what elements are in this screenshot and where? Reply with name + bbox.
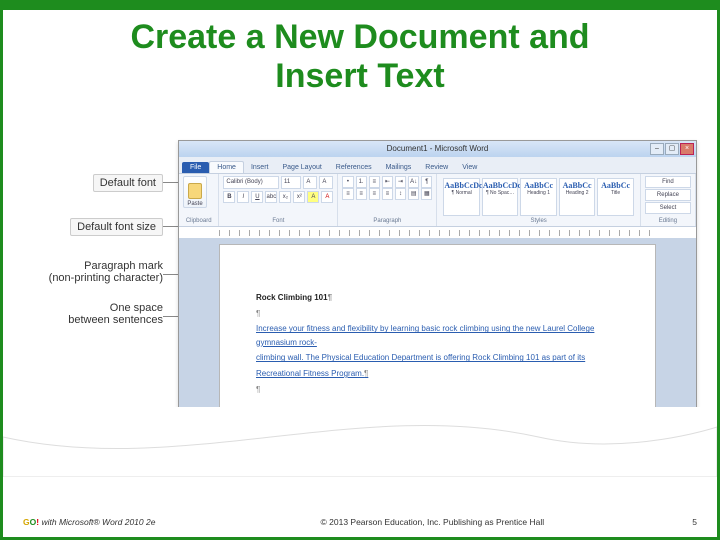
callout-default-font: Default font [93, 174, 163, 192]
find-button[interactable]: Find [645, 176, 691, 188]
word-window: Document1 - Microsoft Word – ▢ × File Ho… [178, 140, 697, 420]
numbering-button[interactable]: 1. [356, 176, 367, 188]
callout-default-font-size: Default font size [70, 218, 163, 236]
bold-button[interactable]: B [223, 191, 235, 203]
italic-button[interactable]: I [237, 191, 249, 203]
group-editing-label: Editing [645, 218, 691, 224]
insert-tab[interactable]: Insert [244, 162, 276, 173]
ribbon-tabs: File Home Insert Page Layout References … [179, 157, 696, 174]
grow-font-button[interactable]: A [303, 176, 317, 189]
footer-copyright: © 2013 Pearson Education, Inc. Publishin… [228, 517, 637, 527]
slide-number: 5 [637, 517, 697, 527]
references-tab[interactable]: References [329, 162, 379, 173]
shrink-font-button[interactable]: A [319, 176, 333, 189]
window-title: Document1 - Microsoft Word [387, 144, 489, 153]
mailings-tab[interactable]: Mailings [379, 162, 419, 173]
footer-left-text: with Microsoft® Word 2010 2e [41, 517, 155, 527]
align-left-button[interactable]: ≡ [342, 188, 353, 200]
show-hide-button[interactable]: ¶ [421, 176, 432, 188]
group-styles-label: Styles [441, 218, 635, 224]
subscript-button[interactable]: x₂ [279, 191, 291, 203]
callout-one-space: One spacebetween sentences [33, 302, 163, 326]
underline-button[interactable]: U [251, 191, 263, 203]
doc-body-2: climbing wall. The Physical Education De… [256, 353, 585, 362]
line-spacing-button[interactable]: ↕ [395, 188, 406, 200]
bullets-button[interactable]: • [342, 176, 353, 188]
view-tab[interactable]: View [455, 162, 484, 173]
borders-button[interactable]: ▦ [421, 188, 432, 200]
align-center-button[interactable]: ≡ [356, 188, 367, 200]
align-right-button[interactable]: ≡ [369, 188, 380, 200]
doc-heading: Rock Climbing 101 [256, 293, 328, 302]
minimize-button[interactable]: – [650, 143, 664, 155]
select-button[interactable]: Select [645, 202, 691, 214]
doc-body-1: Increase your fitness and flexibility by… [256, 324, 594, 347]
maximize-button[interactable]: ▢ [665, 143, 679, 155]
group-paragraph-label: Paragraph [342, 218, 432, 224]
paste-button[interactable]: Paste [183, 176, 207, 208]
font-size-select[interactable]: 11 [281, 176, 301, 189]
home-tab[interactable]: Home [209, 161, 244, 173]
review-tab[interactable]: Review [418, 162, 455, 173]
decrease-indent-button[interactable]: ⇤ [382, 176, 393, 188]
callout-paragraph-mark: Paragraph mark(non-printing character) [33, 260, 163, 284]
ribbon: Paste Clipboard Calibri (Body) 11 A A B … [179, 174, 696, 227]
multilevel-button[interactable]: ≡ [369, 176, 380, 188]
page-layout-tab[interactable]: Page Layout [275, 162, 328, 173]
document-area: Rock Climbing 101 Increase your fitness … [179, 238, 696, 419]
superscript-button[interactable]: x² [293, 191, 305, 203]
increase-indent-button[interactable]: ⇥ [395, 176, 406, 188]
decorative-wave [3, 407, 717, 477]
slide-title: Create a New Document and Insert Text [23, 18, 697, 96]
go-logo: GO! [23, 517, 39, 527]
doc-body-3: Recreational Fitness Program. [256, 369, 364, 378]
group-clipboard-label: Clipboard [183, 218, 214, 224]
sort-button[interactable]: A↓ [408, 176, 419, 188]
file-tab[interactable]: File [182, 162, 209, 173]
font-name-select[interactable]: Calibri (Body) [223, 176, 279, 189]
font-color-button[interactable]: A [321, 191, 333, 203]
strike-button[interactable]: abc [265, 191, 277, 203]
close-button[interactable]: × [680, 143, 694, 155]
styles-gallery[interactable]: AaBbCcDc¶ Normal AaBbCcDc¶ No Spac… AaBb… [441, 176, 635, 218]
shading-button[interactable]: ▤ [408, 188, 419, 200]
highlight-button[interactable]: A [307, 191, 319, 203]
justify-button[interactable]: ≡ [382, 188, 393, 200]
window-titlebar: Document1 - Microsoft Word – ▢ × [179, 141, 696, 157]
replace-button[interactable]: Replace [645, 189, 691, 201]
group-font-label: Font [223, 218, 333, 224]
slide-footer: GO! with Microsoft® Word 2010 2e © 2013 … [23, 517, 697, 527]
figure: Default font Default font size Paragraph… [33, 140, 697, 420]
